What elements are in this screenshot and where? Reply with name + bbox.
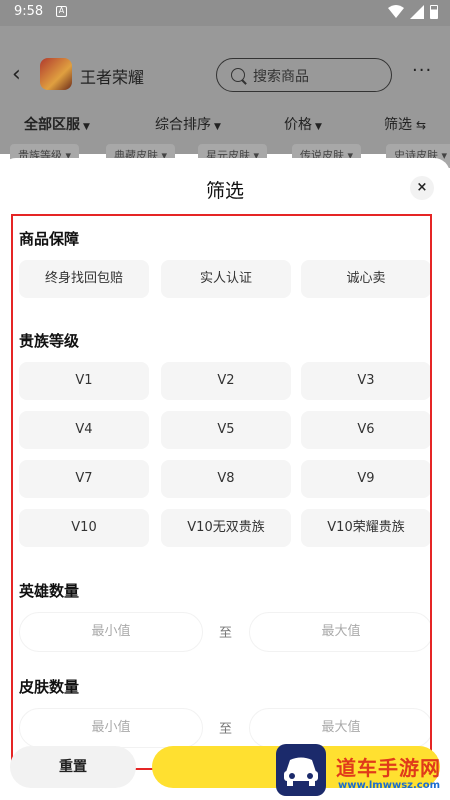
option-noble-level[interactable]: V3 — [301, 362, 430, 400]
status-bar: 9:58 A — [0, 0, 450, 26]
range-separator: 至 — [219, 626, 233, 641]
sort-label: 筛选 — [384, 117, 412, 133]
sort-label: 价格 — [284, 117, 312, 133]
game-title: 王者荣耀 — [80, 68, 145, 87]
sort-comprehensive[interactable]: 综合排序 ▼ — [155, 114, 221, 134]
filter-sheet: 筛选 × 商品保障 终身找回包赔 实人认证 诚心卖 贵族等级 V1 V2 V3 … — [0, 158, 450, 800]
range-separator: 至 — [219, 722, 233, 737]
game-icon — [40, 58, 72, 90]
caret-down-icon: ▼ — [214, 122, 221, 132]
skin-count-min-input[interactable]: 最小值 — [19, 708, 203, 748]
skin-count-max-input[interactable]: 最大值 — [249, 708, 430, 748]
option-noble-level[interactable]: V10无双贵族 — [161, 509, 291, 547]
watermark-logo — [276, 744, 326, 796]
option-noble-level[interactable]: V6 — [301, 411, 430, 449]
sort-label: 全部区服 — [24, 117, 80, 133]
sort-bar: 全部区服 ▼ 综合排序 ▼ 价格 ▼ 筛选 ⇆ — [0, 110, 450, 136]
sort-price[interactable]: 价格 ▼ — [284, 114, 322, 134]
search-icon — [231, 68, 245, 82]
option-noble-level[interactable]: V2 — [161, 362, 291, 400]
more-icon[interactable]: ··· — [412, 60, 432, 81]
option-noble-level[interactable]: V7 — [19, 460, 149, 498]
close-button[interactable]: × — [410, 176, 434, 200]
back-arrow-icon[interactable]: ‹ — [12, 62, 21, 87]
reset-button[interactable]: 重置 — [10, 746, 136, 788]
section-title-guarantee: 商品保障 — [19, 230, 80, 248]
section-title-skin-count: 皮肤数量 — [19, 678, 80, 696]
watermark-name: 道车手游网 — [336, 756, 441, 780]
option-noble-level[interactable]: V8 — [161, 460, 291, 498]
section-title-hero-count: 英雄数量 — [19, 582, 80, 600]
sort-all-servers[interactable]: 全部区服 ▼ — [24, 114, 90, 134]
app-header: ‹ 王者荣耀 搜索商品 ··· 全部区服 ▼ 综合排序 ▼ 价格 ▼ 筛选 ⇆ 贵族等级… — [0, 26, 450, 168]
car-icon — [284, 757, 318, 786]
caret-down-icon: ▼ — [83, 122, 90, 132]
status-icons — [388, 5, 438, 19]
signal-icon — [410, 5, 424, 19]
filter-content-highlight: 商品保障 终身找回包赔 实人认证 诚心卖 贵族等级 V1 V2 V3 V4 V5… — [11, 214, 432, 770]
search-placeholder: 搜索商品 — [253, 69, 309, 85]
hero-count-max-input[interactable]: 最大值 — [249, 612, 430, 652]
option-noble-level[interactable]: V10 — [19, 509, 149, 547]
caret-down-icon: ▼ — [315, 122, 322, 132]
hero-count-min-input[interactable]: 最小值 — [19, 612, 203, 652]
notification-icon: A — [56, 6, 67, 17]
sheet-title: 筛选 — [205, 180, 244, 202]
status-time: 9:58 — [14, 4, 44, 19]
option-noble-level[interactable]: V5 — [161, 411, 291, 449]
wifi-icon — [388, 5, 404, 18]
option-guarantee[interactable]: 实人认证 — [161, 260, 291, 298]
section-title-noble-level: 贵族等级 — [19, 332, 80, 350]
option-noble-level[interactable]: V1 — [19, 362, 149, 400]
sort-label: 综合排序 — [155, 117, 211, 133]
filter-icon: ⇆ — [416, 118, 427, 132]
option-noble-level[interactable]: V9 — [301, 460, 430, 498]
option-noble-level[interactable]: V10荣耀贵族 — [301, 509, 430, 547]
watermark-url: www.lmwwsz.com — [338, 780, 440, 791]
sort-filter[interactable]: 筛选 ⇆ — [384, 114, 426, 134]
option-guarantee[interactable]: 终身找回包赔 — [19, 260, 149, 298]
option-guarantee[interactable]: 诚心卖 — [301, 260, 430, 298]
option-noble-level[interactable]: V4 — [19, 411, 149, 449]
battery-icon — [430, 5, 438, 19]
search-input[interactable]: 搜索商品 — [216, 58, 392, 92]
